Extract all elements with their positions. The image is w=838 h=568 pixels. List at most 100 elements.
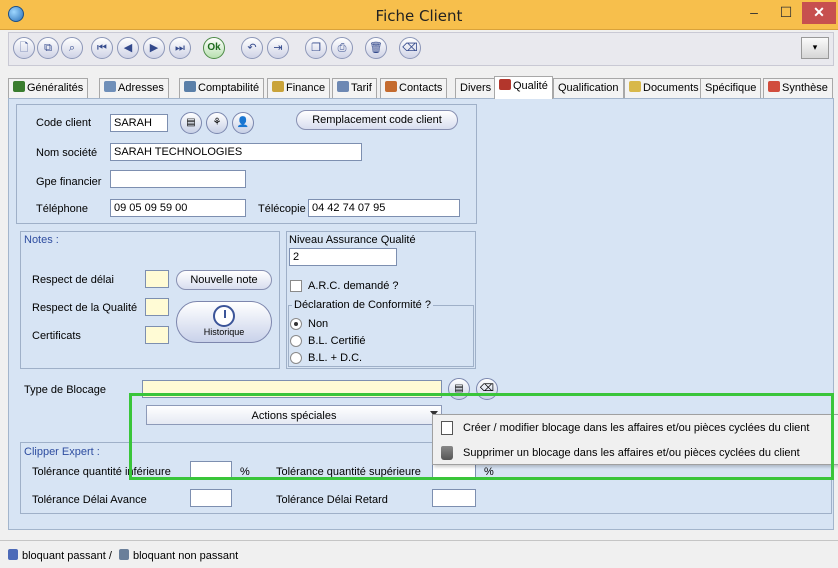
- title-bar: Fiche Client – ☐ ✕: [0, 0, 838, 30]
- nom-societe-field[interactable]: SARAH TECHNOLOGIES: [110, 143, 362, 161]
- toolbar-dropdown-button[interactable]: ▾: [801, 37, 829, 59]
- delai-retard-label: Tolérance Délai Retard: [276, 494, 388, 506]
- type-blocage-field[interactable]: [142, 380, 442, 398]
- tab-adresses[interactable]: Adresses: [99, 78, 169, 98]
- last-icon[interactable]: ⏭: [169, 37, 191, 59]
- first-icon[interactable]: ⏮: [91, 37, 113, 59]
- arc-label: A.R.C. demandé ?: [308, 280, 399, 292]
- tab-label: Synthèse: [782, 82, 828, 94]
- delai-avance-field[interactable]: [190, 489, 232, 507]
- gpe-financier-label: Gpe financier: [36, 176, 102, 188]
- maximize-button[interactable]: ☐: [772, 2, 800, 24]
- niveau-assurance-field[interactable]: 2: [289, 248, 397, 266]
- radio-bl-dc-label: B.L. + D.C.: [308, 352, 363, 364]
- tab-comptabilite[interactable]: Comptabilité: [179, 78, 265, 98]
- conformite-title: Déclaration de Conformité ?: [292, 299, 433, 311]
- person-icon: [499, 79, 511, 90]
- respect-delai-label: Respect de délai: [32, 274, 114, 286]
- trash-icon: [441, 446, 453, 460]
- replace-code-button[interactable]: Remplacement code client: [296, 110, 458, 130]
- exit-icon[interactable]: ⇥: [267, 37, 289, 59]
- respect-qualite-field[interactable]: [145, 298, 169, 316]
- tab-qualite[interactable]: Qualité: [494, 76, 553, 99]
- copy-icon[interactable]: ⧉: [37, 37, 59, 59]
- gpe-financier-field[interactable]: [110, 170, 246, 188]
- tab-documents[interactable]: Documents: [624, 78, 704, 98]
- new-icon[interactable]: 🗋: [13, 37, 35, 59]
- undo-icon[interactable]: ↶: [241, 37, 263, 59]
- telephone-field[interactable]: 09 05 09 59 00: [110, 199, 246, 217]
- status-text-passant: bloquant passant /: [22, 550, 112, 562]
- respect-delai-field[interactable]: [145, 270, 169, 288]
- telephone-label: Téléphone: [36, 203, 88, 215]
- certificats-field[interactable]: [145, 326, 169, 344]
- actions-speciales-dropdown[interactable]: Actions spéciales: [146, 405, 442, 425]
- tab-label: Contacts: [399, 82, 443, 94]
- window-title: Fiche Client: [375, 7, 463, 25]
- radio-bl-certifie[interactable]: [290, 335, 302, 347]
- tab-label: Divers: [460, 82, 492, 94]
- radio-non[interactable]: [290, 318, 302, 330]
- tab-label: Qualité: [513, 80, 548, 92]
- print-icon[interactable]: ⎙: [331, 37, 353, 59]
- new-note-button[interactable]: Nouvelle note: [176, 270, 272, 290]
- tab-label: Finance: [286, 82, 326, 94]
- new-document-icon: [441, 421, 453, 435]
- tab-finance[interactable]: Finance: [267, 78, 331, 98]
- actions-context-menu: Créer / modifier blocage dans les affair…: [432, 414, 838, 465]
- contact-icon: [385, 81, 397, 92]
- minimize-button[interactable]: –: [740, 2, 768, 24]
- tolerance-sup-label: Tolérance quantité supérieure: [276, 466, 421, 478]
- edit-card-icon[interactable]: ▤: [180, 112, 202, 134]
- tree-icon[interactable]: ⚘: [206, 112, 228, 134]
- tab-label: Documents: [643, 82, 699, 94]
- search-icon[interactable]: ⌕: [61, 37, 83, 59]
- eraser-icon[interactable]: ⌫: [399, 37, 421, 59]
- nom-societe-label: Nom société: [36, 147, 98, 159]
- duplicate-icon[interactable]: ❐: [305, 37, 327, 59]
- tab-qualification[interactable]: Qualification: [553, 78, 624, 98]
- tab-specifique[interactable]: Spécifique: [700, 78, 762, 98]
- edit-card-icon[interactable]: ▤: [448, 378, 470, 400]
- tag-icon: [337, 81, 349, 92]
- delete-icon[interactable]: 🗑: [365, 37, 387, 59]
- eraser-icon[interactable]: ⌫: [476, 378, 498, 400]
- user-icon[interactable]: 👤: [232, 112, 254, 134]
- arc-checkbox[interactable]: [290, 280, 302, 292]
- menu-item-create-blocage[interactable]: Créer / modifier blocage dans les affair…: [433, 416, 838, 440]
- next-icon[interactable]: ▶: [143, 37, 165, 59]
- address-icon: [104, 81, 116, 92]
- tolerance-inf-field[interactable]: [190, 461, 232, 479]
- tab-contacts[interactable]: Contacts: [380, 78, 448, 98]
- code-client-field[interactable]: SARAH: [110, 114, 168, 132]
- folder-icon: [629, 81, 641, 92]
- history-button[interactable]: Historique: [176, 301, 272, 343]
- radio-bl-certifie-label: B.L. Certifié: [308, 335, 366, 347]
- tolerance-sup-percent: %: [484, 466, 494, 478]
- radio-non-label: Non: [308, 318, 329, 330]
- tab-tarif[interactable]: Tarif: [332, 78, 377, 98]
- close-button[interactable]: ✕: [802, 2, 836, 24]
- tab-label: Généralités: [27, 82, 84, 94]
- notes-title: Notes :: [24, 234, 59, 246]
- telecopie-field[interactable]: 04 42 74 07 95: [308, 199, 460, 217]
- tolerance-inf-label: Tolérance quantité inférieure: [32, 466, 171, 478]
- tab-label: Adresses: [118, 82, 164, 94]
- radio-bl-dc[interactable]: [290, 352, 302, 364]
- menu-item-delete-blocage[interactable]: Supprimer un blocage dans les affaires e…: [433, 441, 838, 465]
- previous-icon[interactable]: ◀: [117, 37, 139, 59]
- clock-icon: [213, 305, 235, 327]
- delai-retard-field[interactable]: [432, 489, 476, 507]
- menu-item-label: Supprimer un blocage dans les affaires e…: [463, 447, 800, 459]
- toolbar: 🗋 ⧉ ⌕ ⏮ ◀ ▶ ⏭ Ok ↶ ⇥ ❐ ⎙ 🗑 ⌫ ▾: [8, 32, 834, 66]
- ok-icon[interactable]: Ok: [203, 37, 225, 59]
- tab-divers[interactable]: Divers: [455, 78, 497, 98]
- status-legend: bloquant passant / bloquant non passant: [8, 549, 238, 562]
- tab-synthese[interactable]: Synthèse: [763, 78, 833, 98]
- tab-generalites[interactable]: Généralités: [8, 78, 89, 98]
- tab-label: Qualification: [558, 82, 619, 94]
- chart-icon: [768, 81, 780, 92]
- ledger-icon: [184, 81, 196, 92]
- lock-closed-icon: [118, 549, 129, 560]
- status-bar: bloquant passant / bloquant non passant: [0, 540, 838, 568]
